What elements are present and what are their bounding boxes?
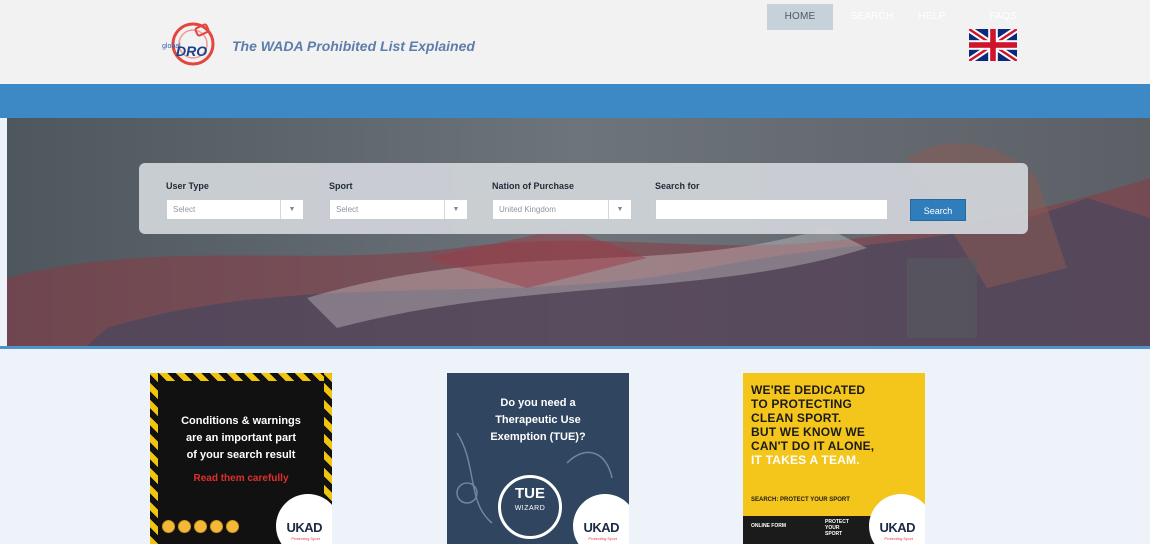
hazard-stripe: [150, 373, 332, 381]
warning-icon: [226, 520, 239, 533]
logo-text: DRO: [176, 43, 207, 59]
warning-icon: [194, 520, 207, 533]
nation-label: Nation of Purchase: [492, 181, 575, 191]
hero-divider: [0, 346, 1150, 349]
warning-icons: [162, 520, 242, 538]
chevron-down-icon: ▼: [608, 200, 631, 219]
ukad-logo: UKAD: [583, 520, 619, 535]
user-type-label: User Type: [166, 181, 209, 191]
sport-select[interactable]: Select ▼: [329, 199, 468, 220]
search-for-label: Search for: [655, 181, 700, 191]
promo-card-protect-sport[interactable]: WE'RE DEDICATED TO PROTECTING CLEAN SPOR…: [743, 373, 925, 544]
nav-search[interactable]: SEARCH: [841, 4, 903, 30]
ukad-logo: UKAD: [286, 520, 322, 535]
ukad-subtitle: Protecting Sport: [884, 536, 913, 541]
nav-home[interactable]: HOME: [767, 4, 833, 30]
ukad-subtitle: Protecting Sport: [291, 536, 320, 541]
promo-card-tue[interactable]: Do you need a Therapeutic Use Exemption …: [447, 373, 629, 544]
warning-icon: [178, 520, 191, 533]
nation-value: United Kingdom: [499, 205, 556, 214]
card-text: Do you need a Therapeutic Use Exemption …: [490, 397, 586, 443]
sport-label: Sport: [329, 181, 353, 191]
tue-badge-subtitle: WIZARD: [514, 505, 546, 512]
warning-icon: [210, 520, 223, 533]
promo-card-conditions[interactable]: Conditions & warnings are an important p…: [150, 373, 332, 544]
nation-select[interactable]: United Kingdom ▼: [492, 199, 632, 220]
sport-value: Select: [336, 205, 359, 214]
card-highlight: IT TAKES A TEAM.: [751, 453, 860, 467]
card-highlight: Read them carefully: [193, 473, 289, 484]
user-type-value: Select: [173, 205, 196, 214]
nav-faqs[interactable]: FAQS: [980, 4, 1026, 30]
site-tagline: The WADA Prohibited List Explained: [232, 38, 475, 54]
tue-badge-title: TUE: [515, 485, 545, 502]
card-tagline: SEARCH: PROTECT YOUR SPORT: [751, 497, 850, 503]
nav-help[interactable]: HELP: [910, 4, 954, 30]
card-text: Conditions & warnings are an important p…: [181, 415, 301, 461]
search-input[interactable]: [655, 199, 888, 220]
hazard-stripe: [150, 373, 158, 544]
search-button[interactable]: Search: [910, 199, 966, 221]
global-dro-logo[interactable]: global DRO: [160, 20, 218, 72]
uk-flag-icon[interactable]: [969, 29, 1017, 61]
card-text: WE'RE DEDICATED TO PROTECTING CLEAN SPOR…: [751, 383, 921, 467]
ukad-subtitle: Protecting Sport: [588, 536, 617, 541]
chevron-down-icon: ▼: [280, 200, 303, 219]
ukad-logo: UKAD: [879, 520, 915, 535]
user-type-select[interactable]: Select ▼: [166, 199, 304, 220]
card-footer-right: PROTECT YOUR SPORT: [825, 519, 849, 537]
main-nav: [0, 84, 1150, 119]
hero-left-gutter: [0, 118, 7, 349]
card-footer-left: ONLINE FORM: [751, 523, 786, 529]
chevron-down-icon: ▼: [444, 200, 467, 219]
warning-icon: [162, 520, 175, 533]
